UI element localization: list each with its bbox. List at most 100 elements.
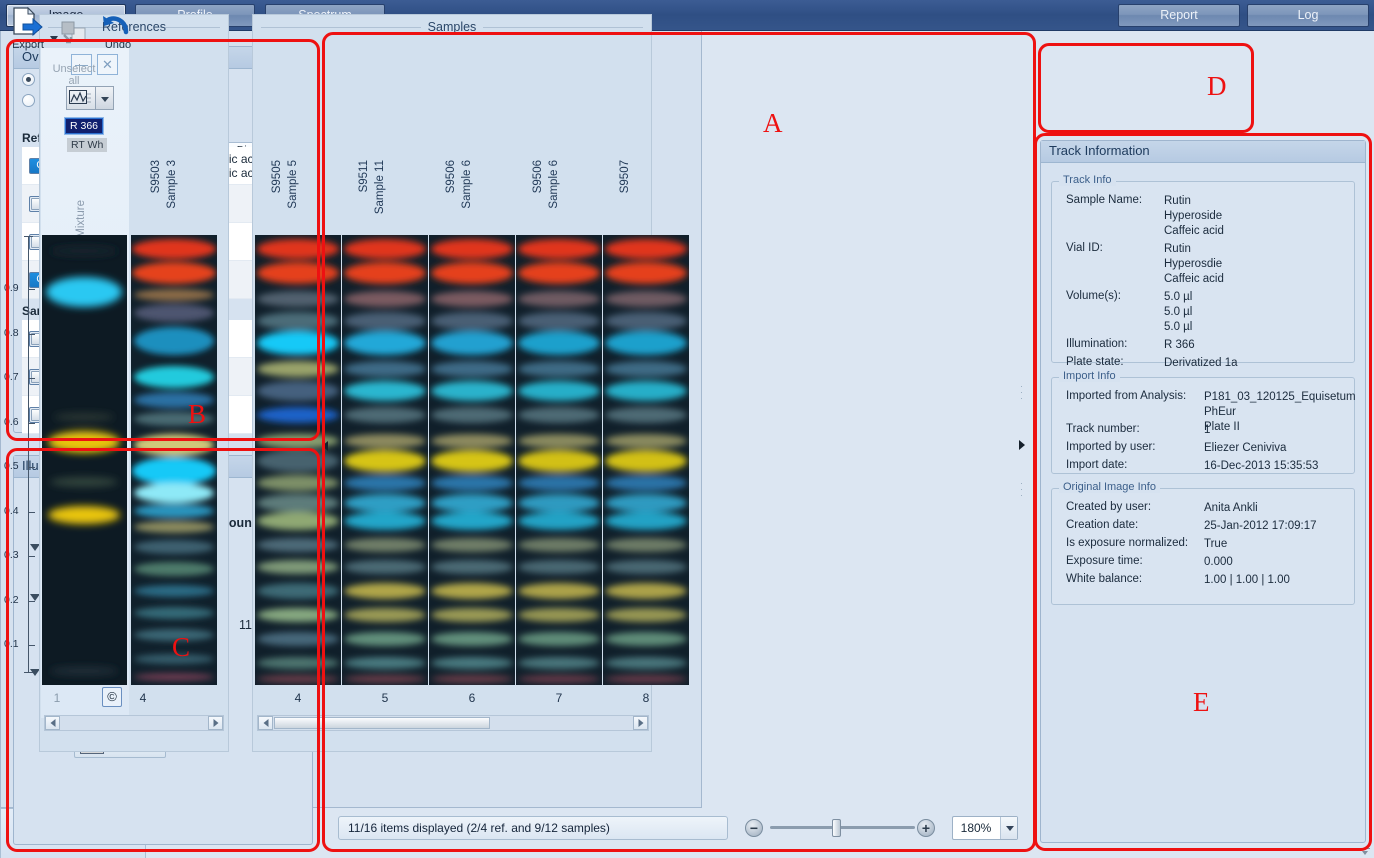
- undo-button[interactable]: Undo: [96, 5, 140, 51]
- left-splitter-grip[interactable]: ···: [319, 380, 329, 398]
- track-info-value: Rutin Hyperosdie Caffeic acid: [1164, 243, 1224, 285]
- import-info-key: Track number:: [1066, 423, 1140, 435]
- zoom-level-value: 180%: [960, 821, 992, 835]
- right-splitter-arrow[interactable]: [1019, 440, 1025, 450]
- unselect-all-button[interactable]: Unselect all: [52, 5, 96, 87]
- sample-lane-header-name: Sample 6: [461, 160, 473, 209]
- track-info-group: Track Info Sample Name: Rutin Hyperoside …: [1051, 174, 1355, 369]
- original-image-info-key: White balance:: [1066, 573, 1143, 585]
- image-tool-dropdown-button[interactable]: [96, 86, 114, 110]
- chevron-right-icon: [638, 719, 643, 727]
- original-image-info-value: 0.000: [1204, 556, 1233, 568]
- samples-hscrollbar[interactable]: [257, 715, 649, 731]
- chevron-right-icon: [213, 719, 218, 727]
- toolbar-expand-button[interactable]: [1360, 844, 1372, 856]
- left-axis-tick-label: 0.2: [4, 593, 19, 606]
- reference-lane-mixture[interactable]: [42, 235, 127, 685]
- left-axis-tick-label: 0.3: [4, 549, 19, 562]
- right-splitter-grip[interactable]: ···: [1017, 385, 1027, 403]
- sample-lane-header-id: S9506: [445, 160, 457, 194]
- references-hscroll-left-button[interactable]: [45, 716, 60, 730]
- image-view-panel: 0.90.80.70.60.50.40.30.20.1 0.90.80.70.6…: [0, 0, 702, 808]
- reference-lane-s9503[interactable]: [131, 235, 217, 685]
- left-axis-tick-label: 0.9: [4, 282, 19, 295]
- import-info-value: Eliezer Ceniviva: [1204, 442, 1287, 454]
- track-profile-icon: [69, 90, 91, 104]
- status-bar: 11/16 items displayed (2/4 ref. and 9/12…: [338, 816, 728, 840]
- right-splitter-grip-2[interactable]: ···: [1017, 482, 1027, 500]
- report-button[interactable]: Report: [1118, 4, 1240, 27]
- ref-lane-index-4: 4: [139, 691, 147, 705]
- sample-lane-header-name: Sample 6: [548, 160, 560, 209]
- export-button[interactable]: Export: [6, 5, 50, 51]
- left-axis-tick: [29, 422, 35, 424]
- zoom-out-button[interactable]: −: [745, 819, 763, 837]
- original-image-info-value: True: [1204, 538, 1228, 550]
- sample-lane-index: 7: [555, 691, 563, 705]
- left-splitter-arrow[interactable]: [322, 441, 328, 451]
- import-info-value: 16-Dec-2013 15:35:53: [1204, 460, 1319, 472]
- sample-lane-header-name: Sample 5: [287, 160, 299, 209]
- samples-hscroll-left-button[interactable]: [258, 716, 273, 730]
- left-axis-tick: [29, 378, 35, 380]
- copyright-icon[interactable]: ©: [102, 687, 122, 707]
- zoom-slider-thumb[interactable]: [832, 819, 841, 837]
- sample-lane-header-id: S9506: [532, 160, 544, 194]
- track-info-value: 5.0 µl 5.0 µl 5.0 µl: [1164, 291, 1193, 333]
- original-image-info-value: 25-Jan-2012 17:09:17: [1204, 520, 1317, 532]
- import-info-key: Import date:: [1066, 459, 1128, 471]
- undo-icon: [96, 5, 140, 39]
- references-hscroll-right-button[interactable]: [208, 716, 223, 730]
- sample-lane-index: 8: [642, 691, 650, 705]
- left-splitter-grip-2[interactable]: ···: [319, 480, 329, 498]
- annotation-box-d: [1038, 43, 1254, 133]
- export-icon: [6, 5, 50, 39]
- sample-lane-header-id: S9505: [271, 160, 283, 194]
- illumination-tag-other[interactable]: RT Wh: [67, 138, 108, 152]
- left-axis-tick-label: 0.5: [4, 460, 19, 473]
- track-info-value: Rutin Hyperoside Caffeic acid: [1164, 195, 1224, 237]
- image-tool-button[interactable]: [66, 86, 96, 110]
- sample-lane[interactable]: [342, 235, 428, 685]
- import-info-group: Import Info Imported from Analysis: P181_…: [1051, 370, 1356, 474]
- references-hscrollbar[interactable]: [44, 715, 224, 731]
- samples-hscroll-thumb[interactable]: [274, 717, 490, 729]
- track-info-key: Plate state:: [1066, 356, 1124, 368]
- export-label: Export: [12, 39, 44, 51]
- left-axis-tick-label: 0.8: [4, 326, 19, 339]
- zoom-out-label: −: [749, 820, 759, 836]
- track-info-key: Vial ID:: [1066, 242, 1103, 254]
- illumination-count-value: 11: [239, 618, 252, 632]
- samples-hscroll-right-button[interactable]: [633, 716, 648, 730]
- zoom-slider-track[interactable]: [770, 826, 915, 829]
- unselect-all-icon: [52, 17, 96, 51]
- left-axis-tick-label: 0.6: [4, 415, 19, 428]
- track-info-value: R 366: [1164, 339, 1195, 351]
- ref-lane-header-s9503-name: Sample 3: [166, 160, 178, 209]
- sample-lane[interactable]: [429, 235, 515, 685]
- left-axis: [24, 236, 33, 673]
- annotation-label-a: A: [763, 108, 783, 138]
- track-info-group-label: Track Info: [1059, 174, 1116, 186]
- close-button[interactable]: ✕: [97, 54, 118, 75]
- zoom-level-combobox[interactable]: 180%: [952, 816, 1018, 840]
- track-info-key: Illumination:: [1066, 338, 1128, 350]
- sample-lane-index: 5: [381, 691, 389, 705]
- sample-lane-index: 6: [468, 691, 476, 705]
- sample-lane[interactable]: [255, 235, 341, 685]
- undo-label: Undo: [104, 39, 132, 51]
- illumination-tag-selected[interactable]: R 366: [65, 118, 104, 134]
- sample-lane[interactable]: [516, 235, 602, 685]
- zoom-in-button[interactable]: +: [917, 819, 935, 837]
- original-image-info-group: Original Image Info Created by user: Anit…: [1051, 481, 1355, 605]
- sample-lane-header-id: S9511: [358, 160, 370, 193]
- original-image-info-value: 1.00 | 1.00 | 1.00: [1204, 574, 1290, 586]
- original-image-info-value: Anita Ankli: [1204, 502, 1258, 514]
- log-button[interactable]: Log: [1247, 4, 1369, 27]
- left-axis-tick: [29, 333, 35, 335]
- sample-lane[interactable]: [603, 235, 689, 685]
- sample-lane-header-name: Sample 11: [374, 160, 386, 215]
- zoom-in-label: +: [921, 820, 931, 836]
- zoom-level-dropdown-arrow[interactable]: [1000, 817, 1017, 839]
- original-image-info-key: Exposure time:: [1066, 555, 1143, 567]
